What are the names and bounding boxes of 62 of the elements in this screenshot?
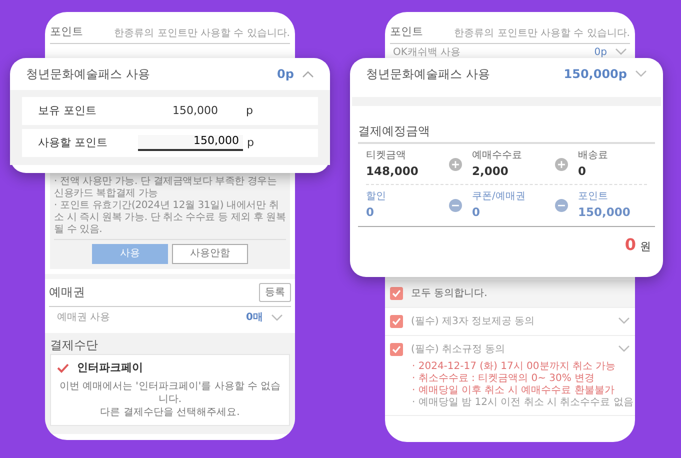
policy-text: · 예매당일 이후 취소 시 예매수수료 환불불가 xyxy=(411,384,616,396)
message-text: 다른 결제수단을 선택해주세요. xyxy=(99,406,241,419)
voucher-count: 0매 xyxy=(246,311,263,325)
popup-title: 청년문화예술패스 사용 xyxy=(366,66,490,83)
cashback-label: OK캐쉬백 사용 xyxy=(393,46,461,60)
chevron-down-icon[interactable] xyxy=(635,70,647,78)
amount-value: 0 xyxy=(578,163,588,180)
agreement-label: (필수) 취소규정 동의 xyxy=(411,342,506,356)
policy-text: · 2024-12-17 (화) 17시 00분까지 취소 가능 xyxy=(411,360,617,372)
points-value: 150,000p xyxy=(564,66,627,83)
hint-text: 한종류의 포인트만 사용할 수 있습니다. xyxy=(454,26,630,40)
cashback-value: 0p xyxy=(594,46,607,60)
section-title: 예매권 xyxy=(49,284,85,301)
notice-text: · 포인트 유효기간(2024년 12월 31일) 내에서만 취소 시 즉시 원복 가능. 단 취소 수수료 등 제외 후 원복될 수 있음. xyxy=(54,200,286,236)
section-title: 포인트 xyxy=(390,24,423,40)
voucher-label: 예매권 사용 xyxy=(57,311,110,325)
operator-icon: − xyxy=(555,198,568,212)
amount-label: 쿠폰/예매권 xyxy=(472,190,526,204)
chevron-down-icon[interactable] xyxy=(618,317,630,325)
field-label: 보유 포인트 xyxy=(38,102,98,119)
popup-title: 청년문화예술패스 사용 xyxy=(26,66,150,83)
section-title: 포인트 xyxy=(50,24,83,40)
amount-label: 할인 xyxy=(366,190,387,204)
hint-text: 한종류의 포인트만 사용할 수 있습니다. xyxy=(114,26,290,40)
points-input[interactable]: 150,000 xyxy=(138,135,243,151)
operator-icon: − xyxy=(449,198,462,212)
points-amount: 150,000 xyxy=(172,102,218,119)
chevron-down-icon[interactable] xyxy=(271,314,283,322)
field-label: 사용할 포인트 xyxy=(38,134,108,151)
amount-label: 예매수수료 xyxy=(472,149,523,163)
checkbox[interactable] xyxy=(390,286,403,300)
register-button[interactable]: 등록 xyxy=(259,282,291,302)
payment-card[interactable]: 인터파크페이 이번 예매에서는 '인터파크페이'를 사용할 수 없습니다. 다른 결제수단을 선택해주세요. xyxy=(50,354,290,426)
amount-value: 0 xyxy=(472,204,482,222)
checkbox[interactable] xyxy=(390,342,403,356)
summary-title: 결제예정금액 xyxy=(358,106,655,144)
agreement-label: (필수) 제3자 정보제공 동의 xyxy=(411,314,535,328)
chevron-up-icon[interactable] xyxy=(302,70,314,78)
amount-label: 티켓금액 xyxy=(366,149,407,163)
chevron-down-icon[interactable] xyxy=(618,345,630,353)
amount-value: 0 xyxy=(366,204,376,222)
policy-text: · 취소수수료 : 티켓금액의 0~ 30% 변경 xyxy=(411,372,596,384)
unit-label: p xyxy=(247,134,254,151)
chevron-down-icon[interactable] xyxy=(615,48,627,56)
notice-text: · 전액 사용만 가능. 단 결제금액보다 부족한 경우는 신용카드 복합결제 가능 xyxy=(54,176,278,200)
total-amount: 0 xyxy=(624,234,636,256)
amount-label: 포인트 xyxy=(578,190,609,204)
operator-icon: + xyxy=(449,158,462,171)
amount-label: 배송료 xyxy=(578,149,609,163)
payment-method-name: 인터파크페이 xyxy=(77,360,143,376)
amount-value: 2,000 xyxy=(472,163,510,180)
unit-label: p xyxy=(246,102,253,119)
section-title: 결제수단 xyxy=(50,336,99,354)
amount-value: 150,000 xyxy=(578,204,632,222)
currency-label: 원 xyxy=(640,238,651,254)
operator-icon: + xyxy=(555,158,568,171)
agreement-label: 모두 동의합니다. xyxy=(411,286,488,300)
checkbox[interactable] xyxy=(390,314,403,328)
amount-value: 148,000 xyxy=(366,163,420,180)
points-value: 0p xyxy=(277,66,294,83)
message-text: 이번 예매에서는 '인터파크페이'를 사용할 수 없습니다. xyxy=(58,380,282,406)
toggle-button[interactable]: 사용안함 xyxy=(172,244,248,264)
